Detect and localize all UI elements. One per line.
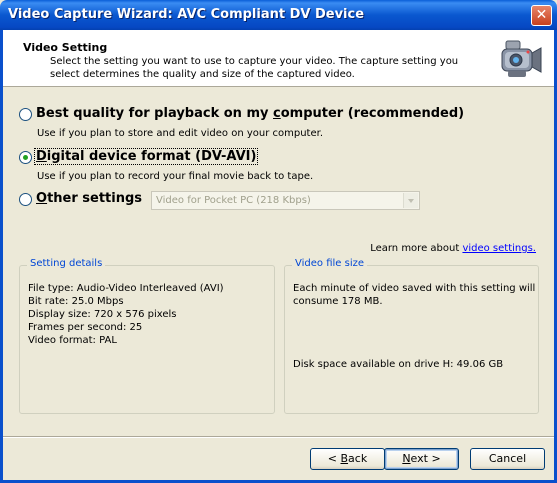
video-settings-link[interactable]: video settings. [462, 243, 536, 254]
cancel-button[interactable]: Cancel [470, 448, 545, 470]
option-best-quality-description: Use if you plan to store and edit video … [37, 128, 324, 139]
video-file-size-group: Video file size Each minute of video sav… [284, 258, 539, 414]
detail-display-size: Display size: 720 x 576 pixels [28, 309, 177, 320]
detail-video-format: Video format: PAL [28, 335, 117, 346]
page-title: Video Setting [23, 41, 108, 54]
option-best-quality-label[interactable]: Best quality for playback on my computer… [36, 106, 464, 121]
setting-details-list: File type: Audio-Video Interleaved (AVI)… [28, 282, 224, 347]
title-bar[interactable]: Video Capture Wizard: AVC Compliant DV D… [0, 0, 557, 30]
file-size-estimate: Each minute of video saved with this set… [293, 283, 536, 307]
close-icon: ✕ [535, 7, 548, 23]
setting-details-title: Setting details [27, 258, 106, 269]
video-camera-icon [501, 40, 542, 77]
footer-divider [3, 436, 554, 438]
window-title: Video Capture Wizard: AVC Compliant DV D… [8, 7, 365, 22]
option-other-settings-label[interactable]: Other settings [36, 191, 142, 206]
other-settings-select-value: Video for Pocket PC (218 Kbps) [156, 195, 311, 206]
page-description: Select the setting you want to use to ca… [50, 56, 459, 80]
option-dv-avi-description: Use if you plan to record your final mov… [37, 171, 314, 182]
wizard-window: Video Capture Wizard: AVC Compliant DV D… [0, 0, 557, 483]
radio-other-settings[interactable] [19, 193, 32, 206]
close-button[interactable]: ✕ [531, 5, 552, 26]
option-dv-avi-label[interactable]: Digital device format (DV-AVI) [34, 148, 259, 165]
detail-bit-rate: Bit rate: 25.0 Mbps [28, 296, 124, 307]
detail-frames-per-second: Frames per second: 25 [28, 322, 143, 333]
detail-file-type: File type: Audio-Video Interleaved (AVI) [28, 283, 224, 294]
chevron-down-icon[interactable] [403, 193, 418, 208]
radio-best-quality[interactable] [19, 108, 32, 121]
learn-more: Learn more about video settings. [370, 243, 536, 254]
setting-details-group: Setting details File type: Audio-Video I… [19, 258, 275, 414]
wizard-header: Video Setting Select the setting you wan… [3, 30, 554, 87]
next-button[interactable]: Next > [384, 448, 459, 470]
other-settings-select[interactable]: Video for Pocket PC (218 Kbps) [151, 191, 420, 210]
disk-space-available: Disk space available on drive H: 49.06 G… [293, 359, 504, 370]
window-frame-left [0, 30, 3, 483]
back-button[interactable]: < Back [310, 448, 385, 470]
video-file-size-title: Video file size [292, 258, 367, 269]
learn-more-prefix: Learn more about [370, 243, 463, 254]
radio-dv-avi[interactable] [19, 151, 32, 164]
